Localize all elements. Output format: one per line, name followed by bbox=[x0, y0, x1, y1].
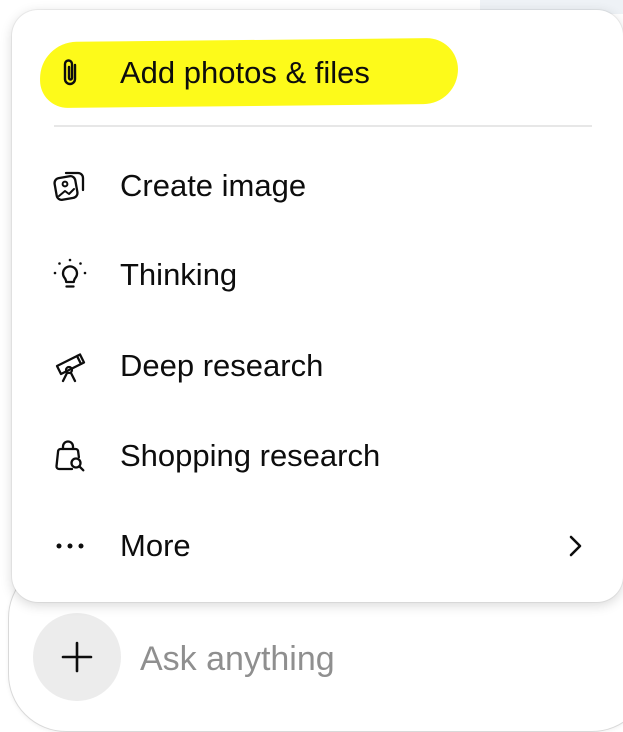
menu-item-label: Shopping research bbox=[120, 438, 381, 473]
menu-item-label: More bbox=[120, 528, 191, 563]
attachment-menu: Add photos & files Create image Thinking bbox=[12, 10, 623, 602]
chevron-right-icon bbox=[569, 535, 582, 557]
menu-divider bbox=[54, 125, 592, 127]
menu-item-shopping-research[interactable]: Shopping research bbox=[12, 416, 623, 496]
telescope-icon bbox=[55, 353, 86, 383]
image-stack-icon bbox=[53, 171, 85, 202]
menu-item-add-photos-files[interactable]: Add photos & files bbox=[12, 33, 623, 113]
menu-item-label: Deep research bbox=[120, 348, 324, 383]
ask-anything-input[interactable] bbox=[138, 630, 612, 688]
paperclip-icon bbox=[63, 59, 77, 86]
add-attachment-button[interactable] bbox=[33, 613, 121, 701]
ellipsis-icon bbox=[56, 543, 84, 549]
menu-item-deep-research[interactable]: Deep research bbox=[12, 326, 623, 406]
lightbulb-icon bbox=[53, 258, 87, 288]
menu-item-label: Add photos & files bbox=[120, 55, 370, 90]
plus-icon bbox=[61, 641, 93, 673]
menu-item-label: Thinking bbox=[120, 257, 238, 292]
menu-item-more[interactable]: More bbox=[12, 506, 623, 586]
menu-item-thinking[interactable]: Thinking bbox=[12, 235, 623, 315]
shopping-bag-search-icon bbox=[55, 440, 85, 472]
menu-item-label: Create image bbox=[120, 168, 307, 203]
menu-item-create-image[interactable]: Create image bbox=[12, 146, 623, 226]
